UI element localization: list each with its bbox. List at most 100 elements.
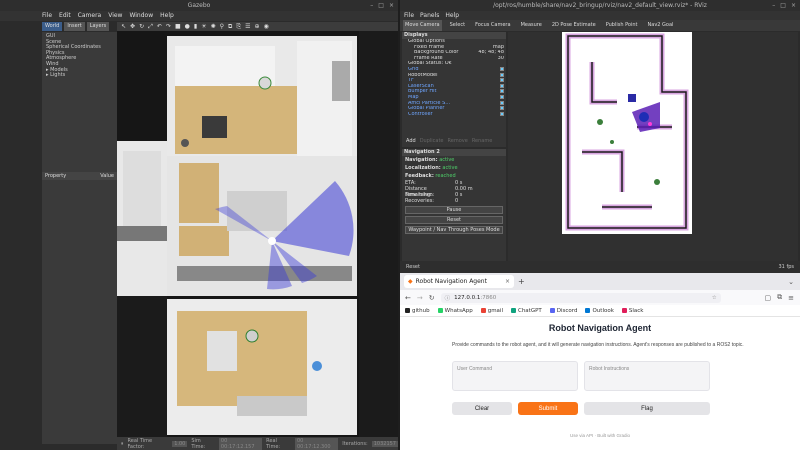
- undo-icon[interactable]: ↶: [157, 22, 162, 31]
- bookmark-star-icon[interactable]: ☆: [712, 295, 717, 301]
- clear-button[interactable]: Clear: [452, 402, 512, 415]
- nav2-header: Navigation 2: [402, 149, 506, 156]
- forward-icon[interactable]: →: [417, 294, 423, 302]
- display-checkbox[interactable]: [500, 89, 504, 94]
- reset-button[interactable]: Reset: [405, 216, 503, 224]
- menu-icon[interactable]: ≡: [788, 294, 794, 302]
- spot-light-icon[interactable]: ⚲: [220, 22, 224, 31]
- translate-icon[interactable]: ✥: [130, 22, 135, 31]
- bookmark-discord[interactable]: Discord: [549, 307, 578, 314]
- rename-button[interactable]: Rename: [472, 138, 493, 147]
- rviz-reset-button[interactable]: Reset: [406, 261, 420, 273]
- screenshot-icon[interactable]: ◉: [264, 22, 269, 31]
- display-checkbox[interactable]: [500, 83, 504, 88]
- menu-camera[interactable]: Camera: [78, 11, 102, 21]
- menu-help[interactable]: Help: [160, 11, 174, 21]
- tool-nav2-goal[interactable]: Nav2 Goal: [646, 20, 676, 31]
- sun-light-icon[interactable]: ☀: [201, 22, 206, 31]
- tool-focus-camera[interactable]: Focus Camera: [473, 20, 513, 31]
- menu-file[interactable]: File: [42, 11, 52, 21]
- tool-move-camera[interactable]: Move Camera: [403, 20, 442, 31]
- tool-publish-point[interactable]: Publish Point: [604, 20, 640, 31]
- display-value[interactable]: 30: [498, 56, 504, 62]
- menu-window[interactable]: Window: [129, 11, 153, 21]
- snap-icon[interactable]: ⊕: [255, 22, 260, 31]
- duplicate-button[interactable]: Duplicate: [420, 138, 444, 147]
- user-command-field[interactable]: User Command: [452, 361, 578, 391]
- pause-button[interactable]: Pause: [405, 206, 503, 214]
- menu-file[interactable]: File: [404, 11, 414, 20]
- display-checkbox[interactable]: [500, 72, 504, 77]
- menu-view[interactable]: View: [108, 11, 122, 21]
- bookmark-github[interactable]: github: [405, 308, 430, 314]
- tool-2d-pose-estimate[interactable]: 2D Pose Estimate: [550, 20, 598, 31]
- box-shape-icon[interactable]: ■: [175, 22, 181, 31]
- close-tab-icon[interactable]: ×: [505, 278, 510, 285]
- tool-select[interactable]: Select: [448, 20, 467, 31]
- submit-button[interactable]: Submit: [518, 402, 578, 415]
- nav2-recoveries: Recoveries: 0: [402, 198, 506, 204]
- tab-world[interactable]: World: [42, 22, 63, 31]
- display-checkbox[interactable]: [500, 94, 504, 99]
- scale-icon[interactable]: ⤢: [148, 22, 153, 31]
- paste-icon[interactable]: ⎘: [236, 22, 241, 31]
- back-icon[interactable]: ←: [405, 294, 411, 302]
- occupancy-map-view[interactable]: [562, 32, 692, 234]
- point-light-icon[interactable]: ✺: [211, 22, 216, 31]
- rotate-icon[interactable]: ↻: [139, 22, 144, 31]
- bookmark-slack[interactable]: Slack: [621, 308, 644, 314]
- menu-help[interactable]: Help: [445, 11, 459, 20]
- display-controller[interactable]: Controller: [402, 111, 506, 118]
- bookmark-label: Discord: [556, 307, 578, 314]
- redo-icon[interactable]: ↷: [166, 22, 171, 31]
- page-info-icon[interactable]: ⓘ: [445, 294, 451, 302]
- tree-item-lights[interactable]: ▸ Lights: [46, 73, 113, 79]
- close-icon[interactable]: ×: [791, 0, 796, 11]
- display-checkbox[interactable]: [500, 111, 504, 116]
- waypoint-mode-button[interactable]: Waypoint / Nav Through Poses Mode: [405, 226, 503, 234]
- menu-panels[interactable]: Panels: [420, 11, 439, 20]
- align-icon[interactable]: ☰: [245, 22, 250, 31]
- play-pause-icon[interactable]: ⏸: [121, 441, 124, 447]
- displays-panel: Displays Global Options Fixed Frame map B…: [402, 32, 506, 147]
- reload-icon[interactable]: ↻: [429, 294, 435, 302]
- gazebo-menubar: File Edit Camera View Window Help: [0, 11, 398, 21]
- whatsapp-icon: [437, 308, 443, 313]
- gazebo-3d-viewport[interactable]: [117, 31, 398, 437]
- minimize-icon[interactable]: –: [370, 0, 373, 11]
- tab-insert[interactable]: Insert: [64, 22, 85, 31]
- display-checkbox[interactable]: [500, 66, 504, 71]
- rviz-toolbar: Move Camera Select Focus Camera Measure …: [400, 20, 800, 31]
- tool-measure[interactable]: Measure: [519, 20, 544, 31]
- browser-tab[interactable]: ◆ Robot Navigation Agent ×: [404, 275, 514, 288]
- flag-button[interactable]: Flag: [584, 402, 710, 415]
- status-label: Feedback:: [405, 173, 434, 179]
- display-checkbox[interactable]: [500, 78, 504, 83]
- pocket-icon[interactable]: ▢: [765, 294, 772, 302]
- new-tab-icon[interactable]: +: [518, 277, 525, 286]
- maximize-icon[interactable]: □: [780, 0, 786, 11]
- bookmark-whatsapp[interactable]: WhatsApp: [437, 308, 473, 314]
- bookmark-gmail[interactable]: gmail: [480, 308, 503, 314]
- extensions-icon[interactable]: ⧉: [777, 293, 782, 302]
- menu-edit[interactable]: Edit: [59, 11, 71, 21]
- bookmark-chatgpt[interactable]: ChatGPT: [510, 308, 542, 314]
- maximize-icon[interactable]: □: [378, 0, 384, 11]
- minimize-icon[interactable]: –: [772, 0, 775, 11]
- display-checkbox[interactable]: [500, 106, 504, 111]
- bookmark-label: Outlook: [592, 307, 614, 314]
- select-arrow-icon[interactable]: ↖: [121, 22, 126, 31]
- bookmark-outlook[interactable]: Outlook: [585, 307, 614, 314]
- close-icon[interactable]: ×: [389, 0, 394, 11]
- display-checkbox[interactable]: [500, 100, 504, 105]
- copy-icon[interactable]: ⧉: [228, 22, 232, 31]
- cylinder-shape-icon[interactable]: ▮: [194, 22, 197, 31]
- remove-button[interactable]: Remove: [448, 138, 468, 147]
- nav2-navigation-status: Navigation: active: [402, 156, 506, 164]
- url-bar[interactable]: ⓘ 127.0.0.1:7860 ☆: [440, 292, 721, 303]
- tab-list-icon[interactable]: ⌄: [788, 278, 794, 286]
- gradio-footer: Use via API · Built with Gradio: [569, 433, 631, 438]
- tab-layers[interactable]: Layers: [86, 22, 110, 31]
- sphere-shape-icon[interactable]: ●: [185, 22, 190, 31]
- add-button[interactable]: Add: [406, 138, 416, 147]
